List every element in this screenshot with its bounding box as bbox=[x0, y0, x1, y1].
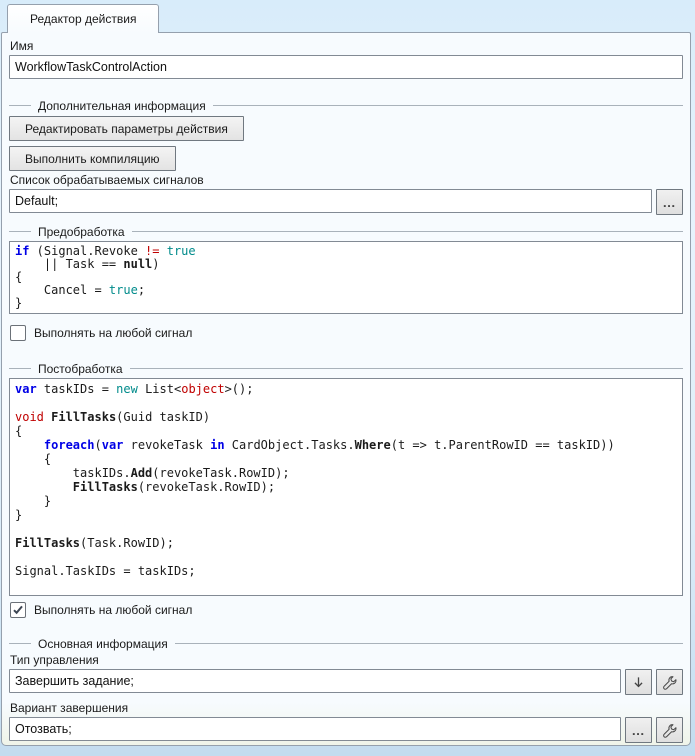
signals-input[interactable] bbox=[9, 189, 652, 213]
pre-any-signal-label: Выполнять на любой сигнал bbox=[34, 326, 192, 340]
pre-any-signal-checkbox-row: Выполнять на любой сигнал bbox=[10, 325, 683, 341]
control-type-wrench-button[interactable] bbox=[656, 669, 683, 695]
edit-params-button[interactable]: Редактировать параметры действия bbox=[9, 116, 244, 141]
name-label: Имя bbox=[10, 39, 682, 54]
post-any-signal-checkbox-row: Выполнять на любой сигнал bbox=[10, 602, 683, 618]
tab-action-editor[interactable]: Редактор действия bbox=[7, 4, 159, 33]
ellipsis-icon: … bbox=[662, 195, 676, 210]
control-type-field-row bbox=[9, 669, 683, 695]
editor-panel: Имя Дополнительная информация Редактиров… bbox=[1, 32, 691, 746]
group-main-info-label: Основная информация bbox=[38, 637, 168, 651]
group-additional-info-label: Дополнительная информация bbox=[38, 99, 206, 113]
control-type-label: Тип управления bbox=[10, 653, 682, 668]
check-icon bbox=[12, 604, 24, 616]
down-arrow-icon bbox=[631, 675, 646, 690]
completion-variant-browse-button[interactable]: … bbox=[625, 717, 652, 743]
group-main-info: Основная информация bbox=[9, 636, 683, 651]
action-editor-window: Редактор действия Имя Дополнительная инф… bbox=[0, 0, 695, 756]
separator-line bbox=[175, 643, 683, 644]
completion-variant-input[interactable] bbox=[9, 717, 621, 741]
completion-variant-field-row: … bbox=[9, 717, 683, 743]
group-additional-info: Дополнительная информация bbox=[9, 98, 683, 113]
post-any-signal-checkbox[interactable] bbox=[10, 602, 26, 618]
group-preprocessing: Предобработка bbox=[9, 224, 683, 239]
separator-line bbox=[130, 368, 683, 369]
preprocessing-code-editor[interactable]: if (Signal.Revoke != true || Task == nul… bbox=[9, 241, 683, 314]
group-preprocessing-label: Предобработка bbox=[38, 225, 125, 239]
wrench-icon bbox=[662, 723, 677, 738]
pre-any-signal-checkbox[interactable] bbox=[10, 325, 26, 341]
control-type-input[interactable] bbox=[9, 669, 621, 693]
control-type-dropdown-button[interactable] bbox=[625, 669, 652, 695]
signals-field-row: … bbox=[9, 189, 683, 215]
group-postprocessing-label: Постобработка bbox=[38, 362, 123, 376]
completion-variant-label: Вариант завершения bbox=[10, 701, 682, 716]
compile-button[interactable]: Выполнить компиляцию bbox=[9, 146, 176, 171]
signals-browse-button[interactable]: … bbox=[656, 189, 683, 215]
tab-label: Редактор действия bbox=[30, 12, 136, 26]
separator-line bbox=[9, 643, 31, 644]
post-any-signal-label: Выполнять на любой сигнал bbox=[34, 603, 192, 617]
postprocessing-code-editor[interactable]: var taskIDs = new List<object>(); void F… bbox=[9, 378, 683, 596]
separator-line bbox=[9, 231, 31, 232]
group-postprocessing: Постобработка bbox=[9, 361, 683, 376]
name-input[interactable] bbox=[9, 55, 683, 79]
ellipsis-icon: … bbox=[631, 723, 645, 738]
completion-variant-wrench-button[interactable] bbox=[656, 717, 683, 743]
signals-label: Список обрабатываемых сигналов bbox=[10, 173, 682, 188]
separator-line bbox=[132, 231, 683, 232]
separator-line bbox=[9, 105, 31, 106]
separator-line bbox=[9, 368, 31, 369]
wrench-icon bbox=[662, 675, 677, 690]
separator-line bbox=[213, 105, 683, 106]
